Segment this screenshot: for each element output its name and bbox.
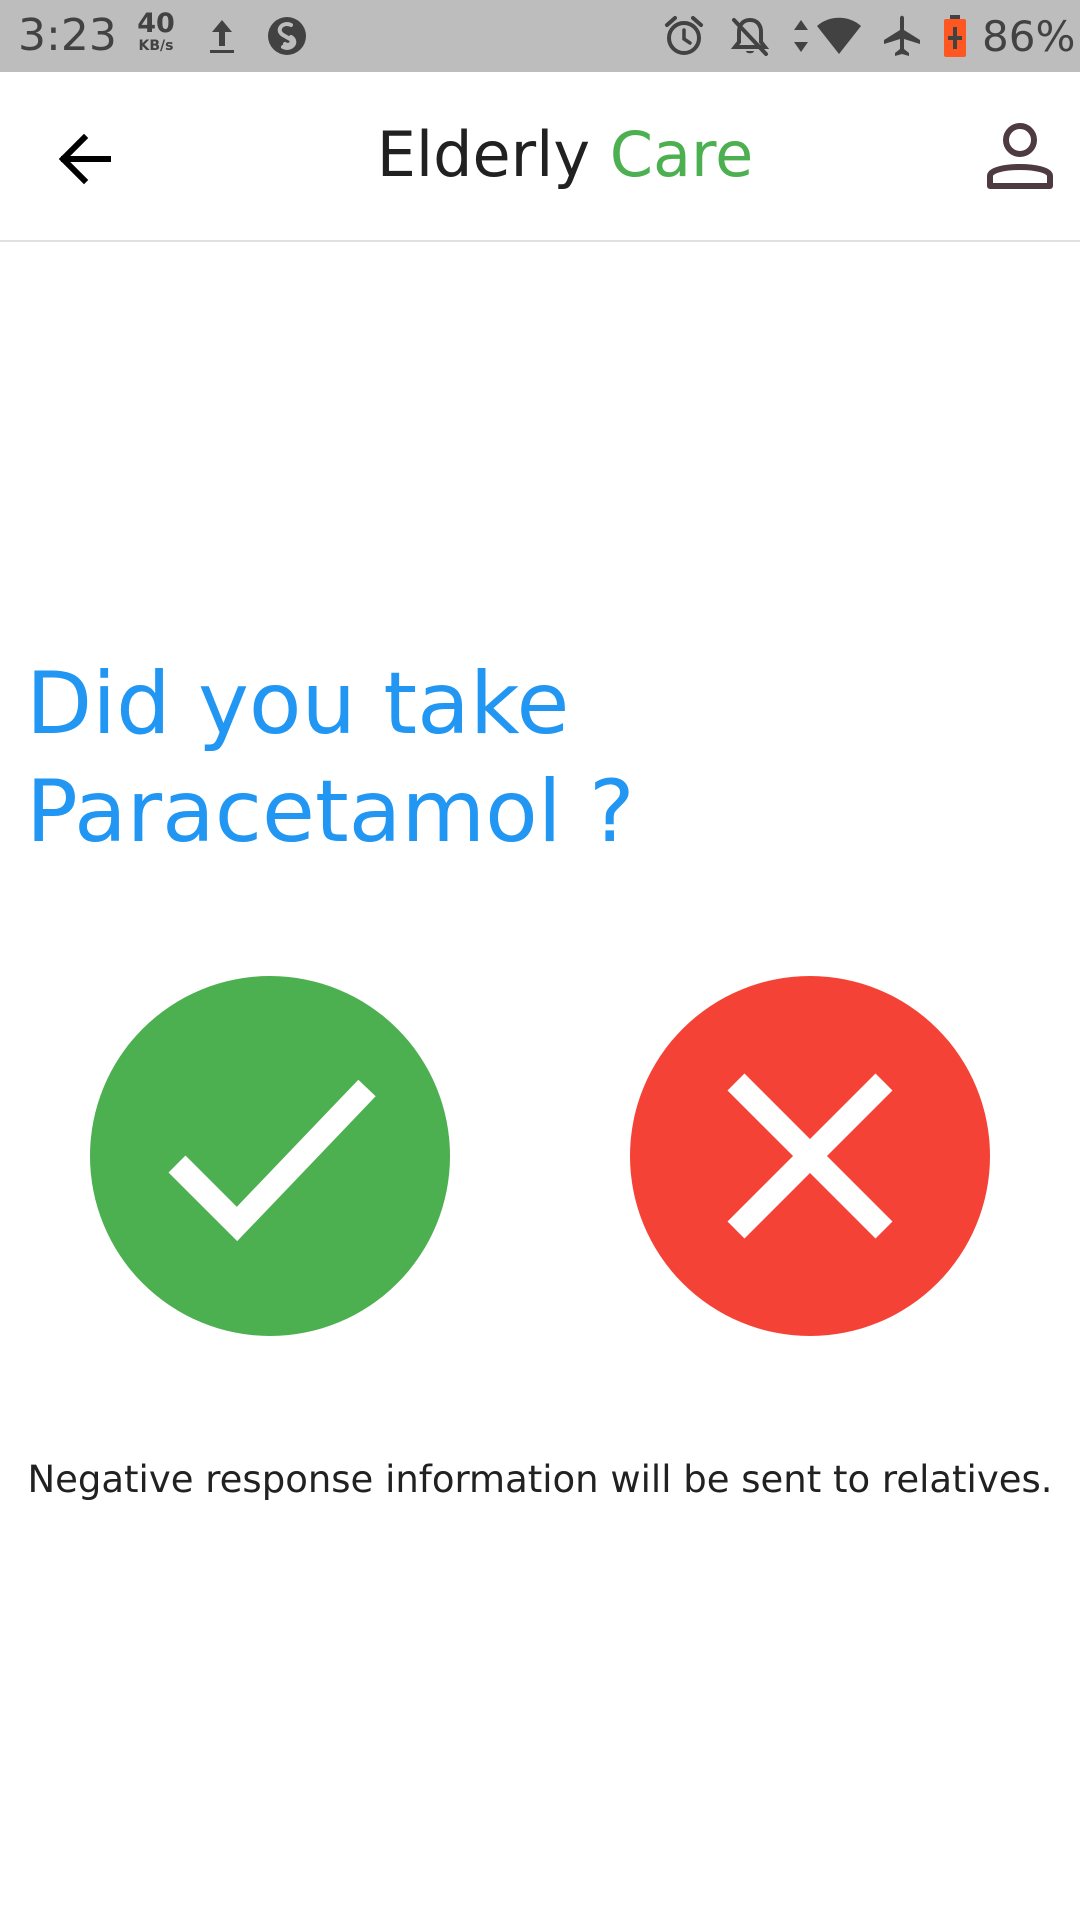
network-speed: 40 KB/s [133, 10, 179, 53]
person-icon [987, 123, 1053, 189]
airplane-icon [878, 12, 926, 60]
upload-icon [198, 12, 246, 60]
status-time: 3:23 [18, 10, 117, 61]
question-line-1: Did you take [26, 654, 570, 754]
yes-button[interactable] [90, 976, 450, 1336]
network-speed-unit: KB/s [138, 38, 174, 54]
app-title-main: Elderly [376, 118, 591, 191]
notice-text: Negative response information will be se… [27, 1458, 1053, 1501]
screen: 3:23 40 KB/s 86% Elderly Care Did you ta… [0, 0, 1080, 1920]
network-speed-value: 40 [137, 8, 175, 39]
app-title-accent: Care [609, 118, 754, 191]
app-title: Elderly Care [0, 118, 1080, 191]
checkmark-icon [168, 1079, 376, 1242]
app-bar: Elderly Care [0, 72, 1080, 242]
data-arrows-icon [786, 12, 816, 60]
notifications-off-icon [726, 12, 774, 60]
close-icon [727, 1073, 893, 1239]
question-line-2: Paracetamol ? [26, 762, 635, 862]
profile-button[interactable] [984, 120, 1056, 192]
battery-percentage: 86% [982, 12, 1076, 61]
status-bar: 3:23 40 KB/s 86% [0, 0, 1080, 72]
no-button[interactable] [630, 976, 990, 1336]
alarm-icon [660, 12, 708, 60]
battery-charging-icon [940, 12, 970, 60]
wifi-icon [815, 12, 863, 60]
shazam-icon [263, 12, 311, 60]
question-text: Did you take Paracetamol ? [26, 650, 1026, 866]
